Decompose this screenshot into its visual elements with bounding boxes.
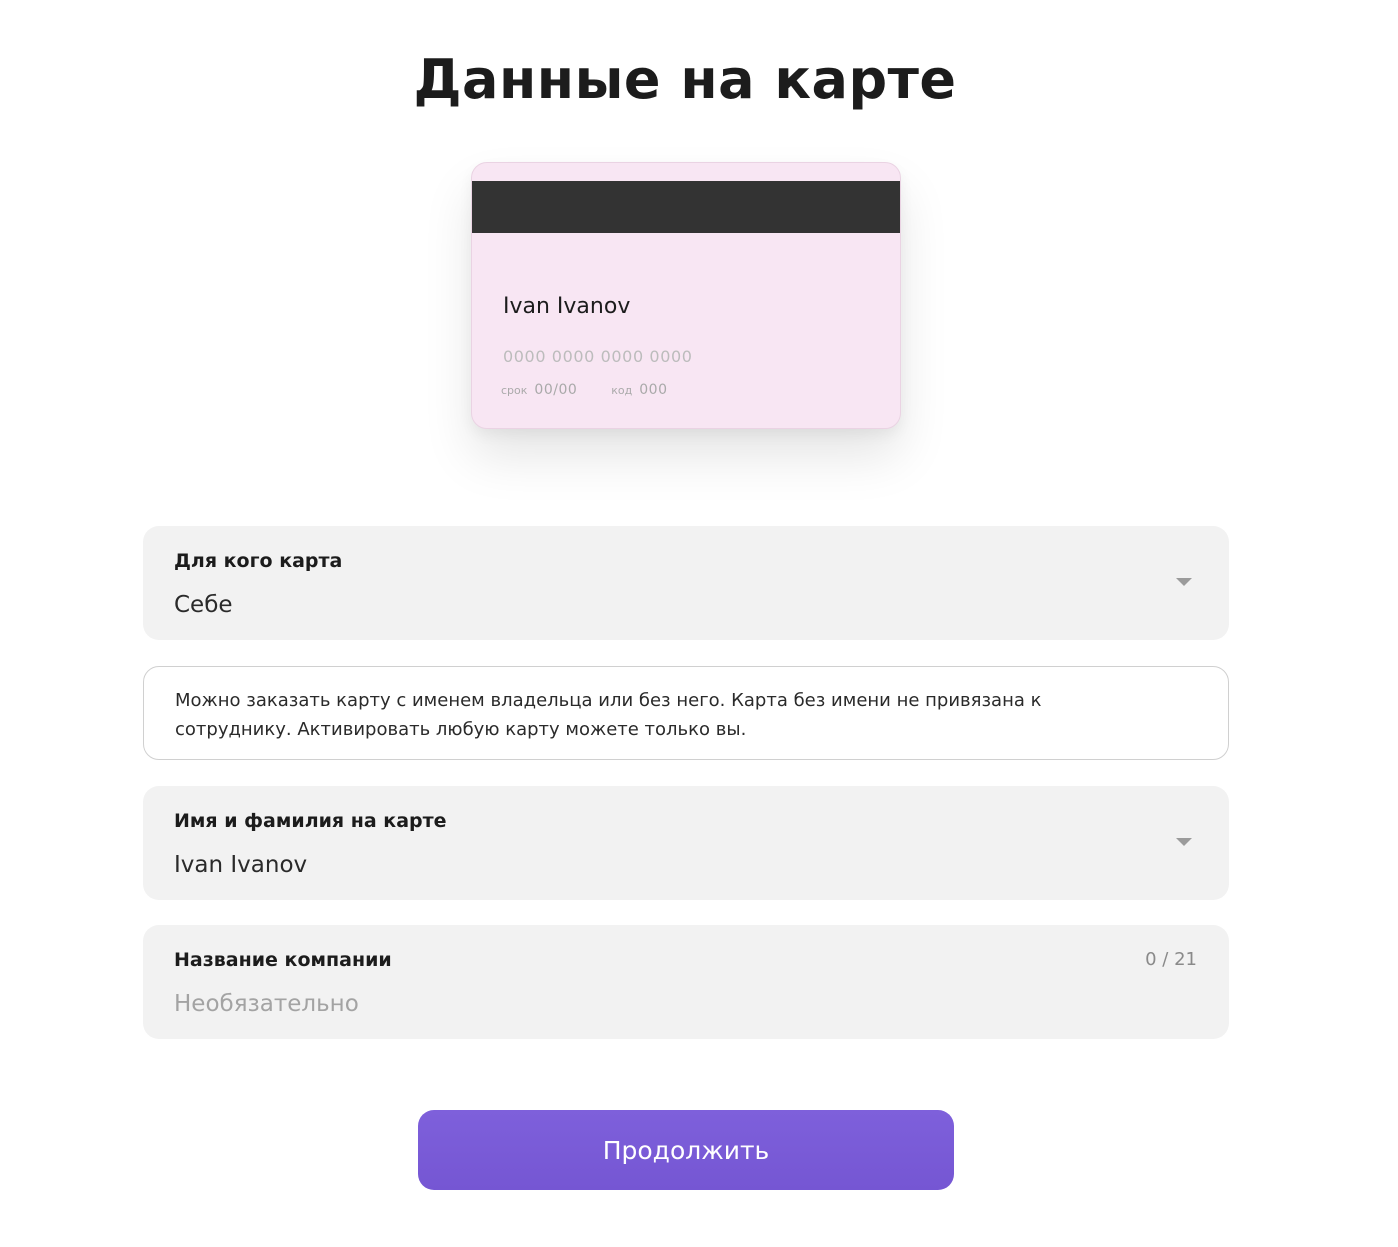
info-text: Можно заказать карту с именем владельца … bbox=[175, 690, 1042, 740]
name-on-card-select[interactable]: Имя и фамилия на карте Ivan Ivanov bbox=[143, 786, 1229, 900]
card-for-label: Для кого карта bbox=[174, 550, 343, 572]
info-notice: Можно заказать карту с именем владельца … bbox=[143, 666, 1229, 760]
chevron-down-icon[interactable] bbox=[1176, 578, 1192, 586]
card-for-select[interactable]: Для кого карта Себе bbox=[143, 526, 1229, 640]
name-on-card-value: Ivan Ivanov bbox=[174, 852, 308, 878]
company-name-input[interactable]: Необязательно bbox=[174, 991, 359, 1017]
company-name-field[interactable]: Название компании 0 / 21 Необязательно bbox=[143, 925, 1229, 1039]
expiry-label: срок bbox=[501, 384, 528, 397]
card-holder-name: Ivan Ivanov bbox=[503, 294, 631, 319]
page-title: Данные на карте bbox=[413, 48, 957, 111]
chevron-down-icon[interactable] bbox=[1176, 838, 1192, 846]
card-preview: Ivan Ivanov 0000 0000 0000 0000 срок 00/… bbox=[471, 162, 901, 429]
company-name-label: Название компании bbox=[174, 949, 392, 971]
expiry-value: 00/00 bbox=[534, 382, 578, 398]
card-for-value: Себе bbox=[174, 592, 233, 618]
code-value: 000 bbox=[639, 382, 668, 398]
character-counter: 0 / 21 bbox=[1145, 949, 1197, 970]
card-number-placeholder: 0000 0000 0000 0000 bbox=[503, 347, 693, 366]
code-label: код bbox=[611, 384, 633, 397]
card-details-page: Данные на карте Ivan Ivanov 0000 0000 00… bbox=[0, 0, 1398, 1247]
magnetic-stripe bbox=[472, 181, 900, 233]
name-on-card-label: Имя и фамилия на карте bbox=[174, 810, 447, 832]
card-meta: срок 00/00 код 000 bbox=[501, 382, 667, 398]
continue-button[interactable]: Продолжить bbox=[418, 1110, 954, 1190]
